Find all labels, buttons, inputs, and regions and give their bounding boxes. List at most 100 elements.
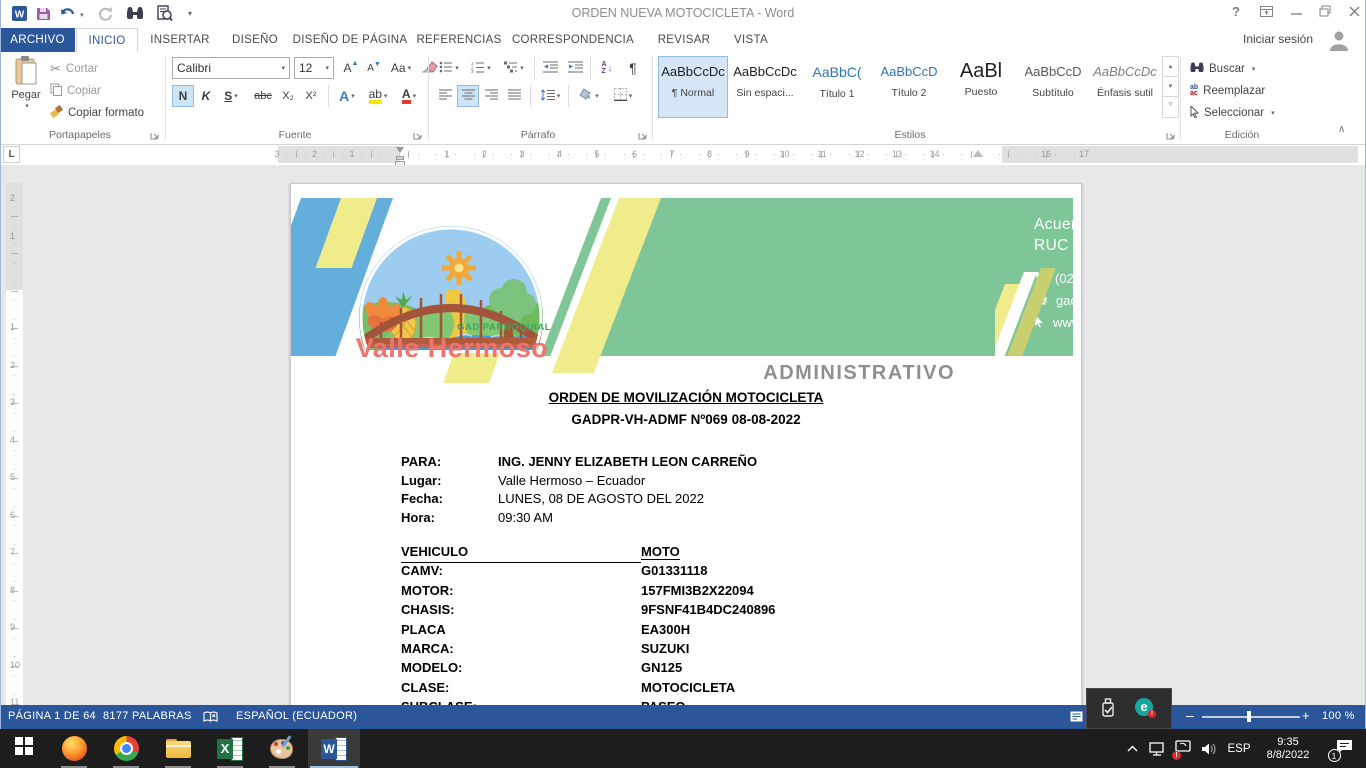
paste-button[interactable]: Pegar ▾ [6, 56, 46, 124]
italic-button[interactable]: K [196, 85, 216, 107]
tab-inicio[interactable]: INICIO [76, 28, 138, 52]
font-color-button[interactable]: A▾ [395, 85, 423, 107]
multilevel-list-button[interactable]: ▾ [498, 57, 530, 79]
tab-selector[interactable]: L [3, 146, 20, 163]
page-indicator[interactable]: PÁGINA 1 DE 64 [8, 710, 96, 722]
ribbon-display-icon[interactable] [1252, 0, 1280, 22]
font-family-combo[interactable]: Calibri▾ [172, 57, 290, 79]
tab-diseno-de-pagina[interactable]: DISEÑO DE PÁGINA [290, 28, 410, 52]
copy-button[interactable]: Copiar [50, 81, 101, 101]
format-painter-button[interactable]: Copiar formato [50, 103, 144, 123]
bullets-button[interactable]: ▾ [434, 57, 464, 79]
styles-scroll-down[interactable]: ▾ [1163, 77, 1178, 97]
taskbar-excel[interactable]: X [204, 729, 256, 768]
tab-referencias[interactable]: REFERENCIAS [412, 28, 506, 52]
word-count[interactable]: 8177 PALABRAS [103, 710, 192, 722]
style-card-subtitulo[interactable]: AaBbCcD Subtítulo [1018, 56, 1088, 118]
style-card-sin-espaciado[interactable]: AaBbCcDc Sin espaci... [730, 56, 800, 118]
document-page[interactable]: GAD PARROQUIAL Valle Hermoso Acuerdo Min… [290, 183, 1082, 705]
tab-diseno[interactable]: DISEÑO [222, 28, 288, 52]
tab-vista[interactable]: VISTA [724, 28, 778, 52]
zoom-slider-thumb[interactable] [1247, 711, 1251, 722]
text-effects-button[interactable]: A▾ [333, 85, 361, 107]
sort-button[interactable]: AZ ↓ [594, 57, 620, 79]
document-area[interactable]: 211234567891011 [0, 165, 1366, 705]
help-icon[interactable]: ? [1222, 0, 1250, 22]
zoom-in-button[interactable]: + [1302, 708, 1310, 723]
tab-archivo[interactable]: ARCHIVO [0, 28, 75, 52]
change-case-button[interactable]: Aa▾ [387, 57, 415, 79]
v-ruler[interactable]: 211234567891011 [6, 183, 23, 705]
hanging-indent-marker[interactable] [396, 156, 404, 160]
replace-button[interactable]: abac Reemplazar [1190, 81, 1265, 101]
clipboard-dialog-launcher[interactable] [150, 127, 160, 145]
align-right-button[interactable] [480, 85, 502, 107]
shrink-font-button[interactable]: A▼ [363, 57, 385, 79]
start-button[interactable] [0, 729, 48, 768]
font-dialog-launcher[interactable] [413, 127, 423, 145]
tray-language[interactable]: ESP [1222, 729, 1256, 768]
usb-tray-icon[interactable] [1099, 697, 1117, 724]
select-button[interactable]: Seleccionar▾ [1190, 103, 1275, 123]
strikethrough-button[interactable]: abc [250, 85, 276, 107]
zoom-slider-track[interactable] [1202, 716, 1300, 718]
styles-scroll-up[interactable]: ▴ [1163, 57, 1178, 77]
collapse-ribbon-button[interactable]: ∧ [1338, 124, 1345, 135]
line-spacing-button[interactable]: ▾ [535, 85, 565, 107]
tab-correspondencia[interactable]: CORRESPONDENCIA [508, 28, 638, 52]
justify-button[interactable] [503, 85, 525, 107]
bold-button[interactable]: N [172, 85, 194, 107]
tab-insertar[interactable]: INSERTAR [140, 28, 220, 52]
close-icon[interactable] [1340, 0, 1366, 22]
shading-button[interactable]: ▾ [572, 85, 604, 107]
tray-show-hidden-icon[interactable] [1120, 729, 1144, 768]
action-center-icon[interactable]: 1 [1326, 729, 1362, 768]
taskbar-explorer[interactable] [152, 729, 204, 768]
numbering-button[interactable]: 123▾ [466, 57, 496, 79]
minimize-icon[interactable] [1282, 0, 1310, 22]
eset-tray-icon[interactable]: e! [1135, 698, 1153, 716]
taskbar-word[interactable]: W [308, 729, 360, 768]
style-card-puesto[interactable]: AaBl Puesto [946, 56, 1016, 118]
find-button[interactable]: Buscar▾ [1190, 59, 1255, 79]
align-left-button[interactable] [434, 85, 456, 107]
tray-clock[interactable]: 9:358/8/2022 [1256, 729, 1320, 768]
h-ruler[interactable]: 32112345678910111213141617 [278, 146, 1358, 163]
style-card-enfasis-sutil[interactable]: AaBbCcDc Énfasis sutil [1090, 56, 1160, 118]
subscript-button[interactable]: X₂ [277, 85, 299, 107]
taskbar-paint[interactable] [256, 729, 308, 768]
tray-network-icon[interactable] [1144, 729, 1170, 768]
tray-volume-icon[interactable] [1196, 729, 1222, 768]
styles-more[interactable]: ▿ [1163, 97, 1178, 116]
increase-indent-button[interactable] [563, 57, 587, 79]
restore-icon[interactable] [1311, 0, 1339, 22]
tab-revisar[interactable]: REVISAR [648, 28, 720, 52]
decrease-indent-button[interactable] [538, 57, 562, 79]
underline-button[interactable]: S▾ [217, 85, 245, 107]
align-center-button[interactable] [457, 85, 479, 107]
tray-alert-icon[interactable]: ! [1170, 729, 1196, 768]
style-card-titulo2[interactable]: AaBbCcD Título 2 [874, 56, 944, 118]
right-indent-marker[interactable] [973, 150, 983, 157]
styles-dialog-launcher[interactable] [1166, 127, 1176, 145]
style-card-titulo1[interactable]: AaBbC( Título 1 [802, 56, 872, 118]
sign-in-link[interactable]: Iniciar sesión [1243, 32, 1313, 46]
language-indicator[interactable]: ESPAÑOL (ECUADOR) [236, 710, 357, 722]
taskbar-chrome[interactable] [100, 729, 152, 768]
borders-button[interactable]: ▾ [607, 85, 639, 107]
grow-font-button[interactable]: A▲ [340, 57, 362, 79]
zoom-out-button[interactable]: – [1186, 707, 1194, 723]
superscript-button[interactable]: X² [300, 85, 322, 107]
highlight-button[interactable]: ab▾ [363, 85, 393, 107]
zoom-level[interactable]: 100 % [1322, 710, 1355, 722]
find-label: Buscar [1209, 63, 1245, 75]
proofing-icon[interactable] [203, 711, 218, 726]
cut-button[interactable]: ✂ Cortar [50, 59, 98, 79]
view-read-mode-icon[interactable] [1070, 711, 1083, 725]
pilcrow-button[interactable]: ¶ [622, 57, 644, 79]
paragraph-dialog-launcher[interactable] [638, 127, 648, 145]
font-size-combo[interactable]: 12▾ [294, 57, 334, 79]
taskbar-firefox[interactable] [48, 729, 100, 768]
first-line-indent-marker[interactable] [396, 147, 404, 153]
style-card-normal[interactable]: AaBbCcDc ¶ Normal [658, 56, 728, 118]
